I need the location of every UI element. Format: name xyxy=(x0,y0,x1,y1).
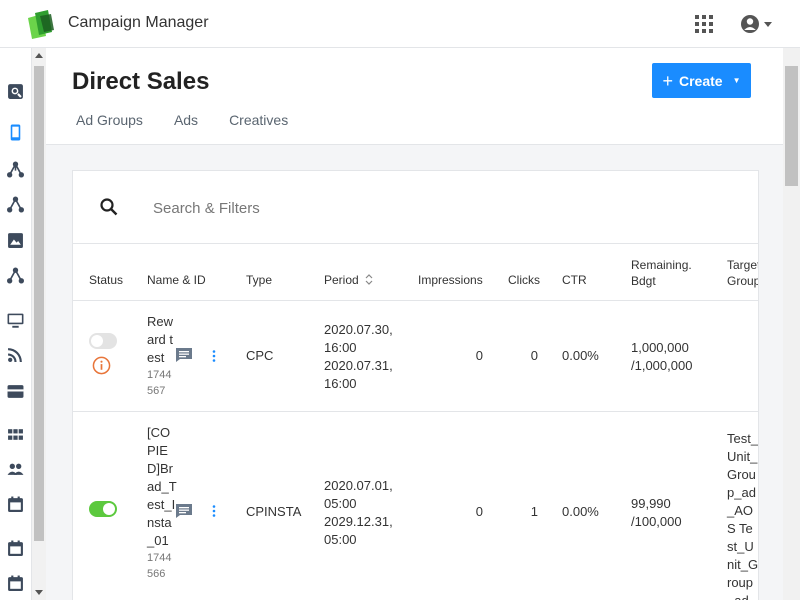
tab-creatives[interactable]: Creatives xyxy=(229,112,288,128)
ctr-value: 0.00% xyxy=(562,504,599,519)
top-bar: Campaign Manager xyxy=(0,0,800,48)
calendar-icon[interactable] xyxy=(7,540,24,557)
total-budget: /100,000 xyxy=(631,514,682,529)
search-bar xyxy=(73,171,758,244)
period-cell: 2020.07.01, 05:00 2029.12.31, 05:00 xyxy=(324,477,398,549)
period-start: 2020.07.01, 05:00 xyxy=(324,478,393,511)
scroll-up-arrow-icon[interactable] xyxy=(35,52,43,60)
plus-icon: + xyxy=(662,70,673,91)
search-icon[interactable] xyxy=(99,197,119,217)
grid-icon[interactable] xyxy=(7,426,24,443)
image-icon[interactable] xyxy=(7,232,24,249)
mobile-icon[interactable] xyxy=(7,124,24,141)
nav-scrollbar[interactable] xyxy=(32,48,46,600)
total-budget: /1,000,000 xyxy=(631,358,693,373)
left-nav-rail xyxy=(0,48,32,600)
period-cell: 2020.07.30, 16:00 2020.07.31, 16:00 xyxy=(324,321,398,393)
main-scrollbar-thumb[interactable] xyxy=(785,66,798,186)
search-report-icon[interactable] xyxy=(7,83,24,100)
monitor-icon[interactable] xyxy=(7,312,24,329)
more-options-icon[interactable] xyxy=(212,505,216,517)
page-header: Direct Sales + Create ▼ Ad Groups Ads Cr… xyxy=(46,48,783,145)
create-button-label: Create xyxy=(679,72,723,89)
ad-name[interactable]: [COPIED]Brad_Test_Insta_01 xyxy=(147,424,177,550)
account-menu-icon[interactable] xyxy=(740,13,776,35)
tab-bar: Ad Groups Ads Creatives xyxy=(76,112,288,128)
period-end: 2029.12.31, 05:00 xyxy=(324,514,393,547)
impressions-value: 0 xyxy=(475,504,483,519)
col-name-id: Name & ID xyxy=(147,273,206,287)
col-period-label: Period xyxy=(324,273,359,287)
ad-id: 1744566 xyxy=(147,552,172,580)
calendar-icon[interactable] xyxy=(7,575,24,592)
status-toggle[interactable] xyxy=(89,501,117,517)
clicks-value: 1 xyxy=(530,504,538,519)
hierarchy-icon[interactable] xyxy=(7,267,24,284)
ctr-value: 0.00% xyxy=(562,348,599,363)
col-period[interactable]: Period xyxy=(324,273,373,287)
table-row: [COPIED]Brad_Test_Insta_01 1744566 CPINS… xyxy=(73,412,758,600)
ad-name-cell: [COPIED]Brad_Test_Insta_01 1744566 xyxy=(147,424,177,582)
col-clicks: Clicks xyxy=(508,273,540,287)
ads-table-card: Status Name & ID Type Period Impressions… xyxy=(72,170,759,600)
tab-ads[interactable]: Ads xyxy=(174,112,198,128)
card-icon[interactable] xyxy=(7,383,24,400)
remaining-budget: 1,000,000 xyxy=(631,340,689,355)
logo-icon xyxy=(28,10,54,39)
ad-name[interactable]: Reward test xyxy=(147,313,177,367)
caret-down-icon: ▼ xyxy=(732,76,741,85)
calendar-icon[interactable] xyxy=(7,496,24,513)
apps-grid-icon[interactable] xyxy=(695,15,713,33)
more-options-icon[interactable] xyxy=(212,350,216,362)
ad-type: CPC xyxy=(246,348,274,363)
target-group: Test_Unit_Group_ad_AOS Test_Unit_Group_a… xyxy=(727,431,759,600)
period-end: 2020.07.31, 16:00 xyxy=(324,358,393,391)
app-title: Campaign Manager xyxy=(68,14,209,31)
hierarchy-icon[interactable] xyxy=(7,196,24,213)
scroll-down-arrow-icon[interactable] xyxy=(35,588,43,596)
col-impressions: Impressions xyxy=(418,273,483,287)
create-button[interactable]: + Create ▼ xyxy=(652,63,751,98)
ad-id: 1744567 xyxy=(147,369,172,397)
budget-cell: 1,000,000 /1,000,000 xyxy=(631,339,692,375)
table-row: Reward test 1744567 CPC 2020.07.30, 16:0… xyxy=(73,301,758,412)
col-type: Type xyxy=(246,273,273,287)
warning-icon xyxy=(92,356,111,375)
ad-type: CPINSTA xyxy=(246,504,302,519)
col-status: Status xyxy=(89,273,124,287)
people-icon[interactable] xyxy=(7,461,24,478)
ad-name-cell: Reward test 1744567 xyxy=(147,313,177,399)
table-header: Status Name & ID Type Period Impressions… xyxy=(73,244,758,301)
comment-icon[interactable] xyxy=(175,347,193,363)
col-target-group: Target Group xyxy=(727,258,759,288)
page-title: Direct Sales xyxy=(72,68,210,95)
hierarchy-icon[interactable] xyxy=(7,161,24,178)
impressions-value: 0 xyxy=(475,348,483,363)
search-input[interactable] xyxy=(153,193,713,223)
tab-ad-groups[interactable]: Ad Groups xyxy=(76,112,143,128)
sort-icon[interactable] xyxy=(365,274,373,285)
status-toggle[interactable] xyxy=(89,333,117,349)
rss-icon[interactable] xyxy=(7,346,24,363)
comment-icon[interactable] xyxy=(175,503,193,519)
remaining-budget: 99,990 xyxy=(631,496,671,511)
main-scrollbar[interactable] xyxy=(783,48,800,600)
budget-cell: 99,990 /100,000 xyxy=(631,495,682,531)
col-remaining-budget: Remaining. Bdgt xyxy=(631,258,692,288)
period-start: 2020.07.30, 16:00 xyxy=(324,322,393,355)
col-ctr: CTR xyxy=(562,273,587,287)
nav-scrollbar-thumb[interactable] xyxy=(34,66,44,541)
clicks-value: 0 xyxy=(530,348,538,363)
